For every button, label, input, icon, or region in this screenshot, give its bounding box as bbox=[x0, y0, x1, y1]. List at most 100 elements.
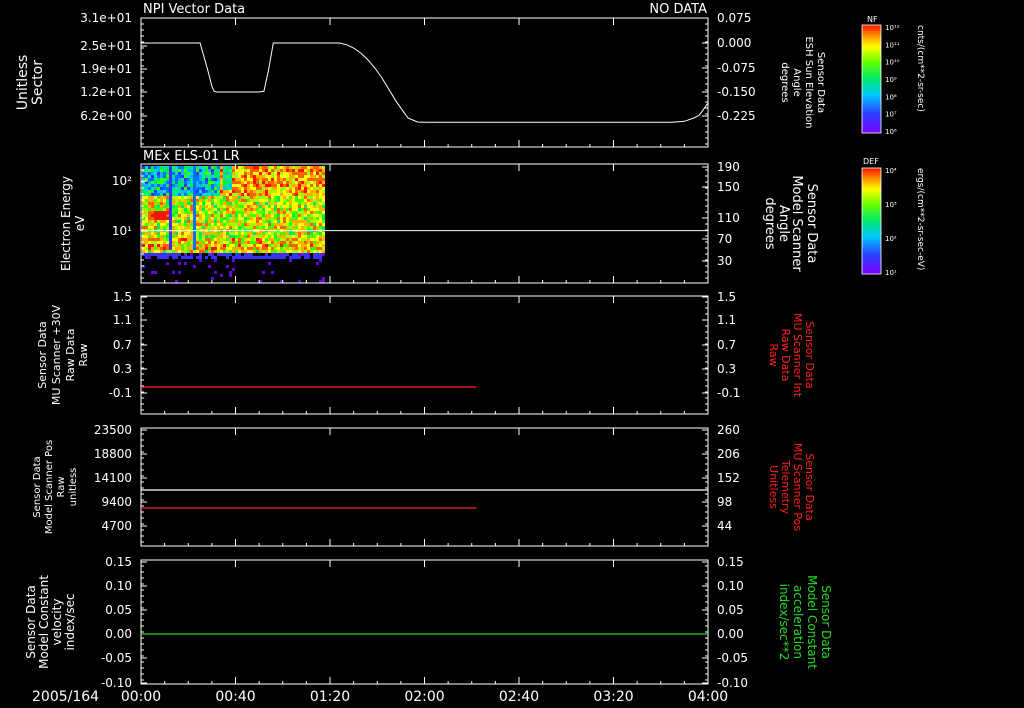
spectrogram-cell bbox=[184, 238, 187, 241]
spectrogram-cell bbox=[229, 247, 232, 250]
spectrogram-cell bbox=[163, 244, 166, 247]
panel-scanner-30v bbox=[140, 295, 709, 415]
spectrogram-cell bbox=[220, 190, 223, 193]
spectrogram-cell bbox=[163, 241, 166, 244]
spectrogram-cell bbox=[223, 247, 226, 250]
right-tick-label: 190 bbox=[717, 160, 740, 174]
spectrogram-cell bbox=[289, 235, 292, 238]
spectrogram-cell bbox=[304, 181, 307, 184]
spectrogram-cell bbox=[193, 178, 196, 181]
spectrogram-cell bbox=[169, 181, 172, 184]
spectrogram-cell bbox=[277, 178, 280, 181]
spectrogram-cell bbox=[145, 253, 148, 256]
spectrogram-cell bbox=[295, 253, 298, 256]
spectrogram-cell bbox=[241, 175, 244, 178]
spectrogram-cell bbox=[148, 205, 151, 208]
spectrogram-cell bbox=[151, 244, 154, 247]
spectrogram-cell bbox=[193, 172, 196, 175]
spectrogram-cell bbox=[301, 193, 304, 196]
spectrogram-cell bbox=[235, 217, 238, 220]
spectrogram-cell bbox=[244, 190, 247, 193]
right-tick-label: 0.3 bbox=[717, 362, 736, 376]
spectrogram-cell bbox=[154, 202, 157, 205]
panel-frame bbox=[140, 295, 709, 415]
spectrogram bbox=[142, 166, 325, 283]
spectrogram-cell bbox=[250, 247, 253, 250]
spectrogram-cell bbox=[148, 250, 151, 253]
spectrogram-cell bbox=[223, 220, 226, 223]
spectrogram-cell bbox=[226, 181, 229, 184]
spectrogram-cell bbox=[220, 238, 223, 241]
spectrogram-cell bbox=[268, 208, 271, 211]
spectrogram-cell bbox=[247, 181, 250, 184]
spectrogram-cell bbox=[181, 238, 184, 241]
spectrogram-cell bbox=[322, 211, 325, 214]
spectrogram-cell bbox=[184, 169, 187, 172]
spectrogram-cell bbox=[220, 169, 223, 172]
spectrogram-cell bbox=[265, 235, 268, 238]
spectrogram-cell bbox=[178, 220, 181, 223]
spectrogram-cell bbox=[310, 166, 313, 169]
spectrogram-cell bbox=[241, 187, 244, 190]
spectrogram-cell bbox=[292, 199, 295, 202]
spectrogram-cell bbox=[259, 196, 262, 199]
spectrogram-cell bbox=[160, 244, 163, 247]
spectrogram-cell bbox=[277, 187, 280, 190]
spectrogram-cell bbox=[277, 199, 280, 202]
spectrogram-cell bbox=[289, 193, 292, 196]
spectrogram-cell bbox=[253, 202, 256, 205]
spectrogram-cell bbox=[190, 211, 193, 214]
right-axis-label: index/sec**2 bbox=[777, 584, 791, 661]
spectrogram-cell bbox=[193, 232, 196, 235]
spectrogram-cell bbox=[310, 175, 313, 178]
spectrogram-cell bbox=[172, 253, 175, 256]
spectrogram-cell bbox=[283, 181, 286, 184]
spectrogram-cell bbox=[220, 187, 223, 190]
spectrogram-cell bbox=[202, 241, 205, 244]
spectrogram-cell bbox=[166, 172, 169, 175]
spectrogram-cell bbox=[256, 247, 259, 250]
spectrogram-cell bbox=[172, 250, 175, 253]
spectrogram-cell bbox=[148, 196, 151, 199]
spectrogram-cell bbox=[283, 178, 286, 181]
spectrogram-cell bbox=[250, 208, 253, 211]
spectrogram-cell bbox=[181, 235, 184, 238]
spectrogram-cell bbox=[289, 211, 292, 214]
spectrogram-cell bbox=[229, 184, 232, 187]
spectrogram-cell bbox=[283, 214, 286, 217]
spectrogram-cell bbox=[244, 253, 247, 256]
spectrogram-cell bbox=[319, 238, 322, 241]
spectrogram-cell bbox=[244, 199, 247, 202]
spectrogram-cell bbox=[202, 226, 205, 229]
spectrogram-cell bbox=[295, 235, 298, 238]
spectrogram-cell bbox=[199, 166, 202, 169]
spectrogram-cell bbox=[184, 193, 187, 196]
spectrogram-cell bbox=[235, 190, 238, 193]
spectrogram-cell bbox=[289, 178, 292, 181]
spectrogram-cell bbox=[175, 166, 178, 169]
spectrogram-cell bbox=[223, 223, 226, 226]
spectrogram-cell bbox=[154, 172, 157, 175]
spectrogram-cell bbox=[247, 208, 250, 211]
spectrogram-cell bbox=[277, 250, 280, 253]
spectrogram-cell bbox=[256, 202, 259, 205]
spectrogram-cell bbox=[154, 253, 157, 256]
spectrogram-cell bbox=[202, 172, 205, 175]
spectrogram-cell bbox=[301, 217, 304, 220]
spectrogram-cell bbox=[247, 235, 250, 238]
spectrogram-cell bbox=[214, 211, 217, 214]
spectrogram-cell bbox=[208, 241, 211, 244]
colorbar-nf-tick: 10⁷ bbox=[885, 111, 897, 119]
spectrogram-cell bbox=[304, 244, 307, 247]
spectrogram-cell bbox=[151, 214, 154, 217]
spectrogram-cell bbox=[298, 184, 301, 187]
spectrogram-cell bbox=[286, 235, 289, 238]
spectrogram-cell bbox=[181, 241, 184, 244]
spectrogram-cell bbox=[301, 178, 304, 181]
spectrogram-cell bbox=[220, 196, 223, 199]
spectrogram-cell bbox=[184, 244, 187, 247]
spectrogram-cell bbox=[193, 196, 196, 199]
left-tick-label: 0.15 bbox=[105, 555, 132, 569]
spectrogram-cell bbox=[301, 253, 304, 256]
spectrogram-cell bbox=[310, 232, 313, 235]
